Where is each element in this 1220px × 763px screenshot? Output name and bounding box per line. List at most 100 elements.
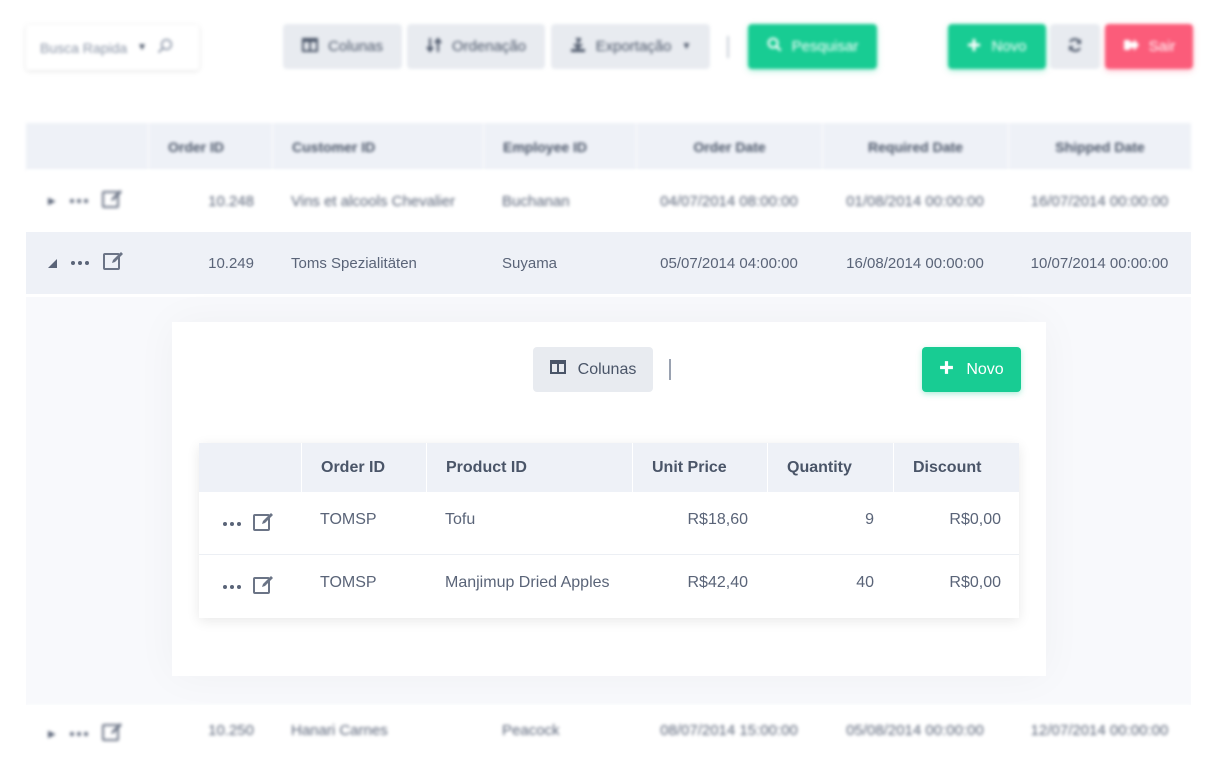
plus-icon (967, 38, 981, 56)
new-button[interactable]: Novo (948, 24, 1046, 69)
more-actions-icon[interactable] (71, 261, 89, 265)
cell-employee-id: Peacock (502, 721, 560, 739)
orders-grid-header: Order ID Customer ID Employee ID Order D… (26, 123, 1191, 170)
order-details-header: Order ID Product ID Unit Price Quantity … (199, 443, 1019, 492)
cell-required-date: 01/08/2014 00:00:00 (846, 192, 984, 210)
cell-product-id: Tofu (445, 511, 476, 528)
columns-icon (549, 360, 566, 379)
header-employee-id[interactable]: Employee ID (483, 123, 636, 170)
refresh-icon (1067, 37, 1083, 57)
row-actions: ▶ (48, 705, 124, 763)
table-row[interactable]: TOMSP Manjimup Dried Apples R$42,40 40 R… (199, 555, 1019, 618)
refresh-button[interactable] (1050, 24, 1100, 69)
header-order-id[interactable]: Order ID (148, 123, 272, 170)
edit-icon[interactable] (253, 512, 275, 537)
sort-button[interactable]: Ordenação (407, 24, 545, 69)
cell-quantity: 9 (865, 511, 874, 528)
cell-employee-id: Buchanan (502, 192, 570, 210)
row-actions (223, 496, 275, 552)
columns-icon (301, 37, 318, 56)
table-row[interactable]: ▶ 10.248 Vins et alcools Chevalier Bucha… (26, 170, 1191, 232)
more-actions-icon[interactable] (223, 522, 241, 526)
cell-customer-id: Hanari Carnes (291, 721, 388, 739)
new-button-label: Novo (991, 38, 1027, 55)
header-shipped-date[interactable]: Shipped Date (1008, 123, 1191, 170)
columns-button[interactable]: Colunas (283, 24, 402, 69)
search-icon (157, 38, 173, 57)
header-required-date[interactable]: Required Date (822, 123, 1008, 170)
export-button[interactable]: Exportação ▼ (551, 24, 710, 69)
row-actions: ▶ (48, 170, 124, 232)
toolbar-divider (727, 36, 729, 58)
row-actions (223, 559, 275, 615)
columns-button-label: Colunas (327, 38, 384, 55)
collapse-arrow-icon[interactable] (48, 255, 57, 272)
search-icon (767, 37, 782, 56)
cell-quantity: 40 (856, 574, 874, 591)
quick-search-select[interactable]: Busca Rapida ▼ (26, 25, 199, 70)
cell-required-date: 16/08/2014 00:00:00 (846, 254, 984, 272)
detail-columns-label: Colunas (577, 360, 637, 378)
sort-button-label: Ordenação (451, 38, 527, 55)
orders-grid: Order ID Customer ID Employee ID Order D… (26, 123, 1191, 294)
sub-header-quantity[interactable]: Quantity (767, 443, 893, 492)
table-row-expanded[interactable]: 10.249 Toms Spezialitäten Suyama 05/07/2… (26, 232, 1191, 294)
caret-down-icon: ▼ (681, 41, 692, 52)
sort-icon (426, 36, 442, 57)
edit-icon[interactable] (101, 189, 124, 213)
cell-order-id: 10.248 (208, 192, 254, 210)
edit-icon[interactable] (253, 575, 275, 600)
more-actions-icon[interactable] (69, 732, 88, 736)
export-button-label: Exportação (595, 38, 672, 55)
header-order-date[interactable]: Order Date (636, 123, 822, 170)
sign-out-icon (1123, 38, 1139, 56)
cell-shipped-date: 12/07/2014 00:00:00 (1030, 721, 1169, 739)
order-details-grid: Order ID Product ID Unit Price Quantity … (199, 443, 1019, 618)
cell-customer-id: Toms Spezialitäten (291, 254, 417, 272)
quick-search-label: Busca Rapida (40, 39, 128, 56)
logout-button[interactable]: Sair (1105, 24, 1193, 69)
cell-order-date: 05/07/2014 04:00:00 (660, 254, 798, 272)
search-button[interactable]: Pesquisar (748, 24, 877, 69)
sub-header-product-id[interactable]: Product ID (426, 443, 632, 492)
table-row[interactable]: ▶ 10.250 Hanari Carnes Peacock 08/07/201… (26, 705, 1191, 763)
cell-customer-id: Vins et alcools Chevalier (291, 192, 455, 210)
cell-employee-id: Suyama (502, 254, 558, 272)
cell-order-id: 10.250 (208, 721, 254, 739)
detail-divider (669, 359, 671, 380)
row-actions (48, 232, 125, 294)
cell-unit-price: R$42,40 (687, 574, 749, 591)
edit-icon[interactable] (103, 251, 125, 275)
cell-order-id: TOMSP (320, 574, 377, 591)
logout-button-label: Sair (1148, 38, 1176, 55)
expand-arrow-icon[interactable]: ▶ (48, 729, 56, 740)
cell-product-id: Manjimup Dried Apples (445, 574, 610, 591)
caret-down-icon: ▼ (137, 42, 148, 53)
more-actions-icon[interactable] (223, 585, 241, 589)
cell-required-date: 05/08/2014 00:00:00 (846, 721, 984, 739)
detail-new-label: Novo (966, 360, 1004, 378)
export-icon (570, 37, 586, 57)
sub-header-order-id[interactable]: Order ID (301, 443, 426, 492)
sub-header-discount[interactable]: Discount (893, 443, 1019, 492)
cell-order-id: 10.249 (208, 254, 254, 272)
edit-icon[interactable] (101, 722, 124, 746)
cell-shipped-date: 16/07/2014 00:00:00 (1030, 192, 1169, 210)
cell-order-date: 08/07/2014 15:00:00 (660, 721, 798, 739)
cell-unit-price: R$18,60 (687, 511, 749, 528)
cell-order-id: TOMSP (320, 511, 377, 528)
more-actions-icon[interactable] (69, 199, 88, 203)
search-button-label: Pesquisar (791, 38, 859, 55)
detail-new-button[interactable]: Novo (922, 347, 1021, 392)
cell-discount: R$0,00 (949, 574, 1001, 591)
expand-arrow-icon[interactable]: ▶ (48, 196, 56, 207)
main-toolbar: Busca Rapida ▼ Colunas Ordenação Exporta… (0, 0, 1220, 95)
cell-shipped-date: 10/07/2014 00:00:00 (1030, 254, 1169, 272)
cell-discount: R$0,00 (949, 511, 1001, 528)
header-customer-id[interactable]: Customer ID (272, 123, 483, 170)
plus-icon (939, 360, 954, 380)
table-row[interactable]: TOMSP Tofu R$18,60 9 R$0,00 (199, 492, 1019, 555)
detail-columns-button[interactable]: Colunas (533, 347, 653, 392)
sub-header-unit-price[interactable]: Unit Price (632, 443, 767, 492)
cell-order-date: 04/07/2014 08:00:00 (660, 192, 798, 210)
